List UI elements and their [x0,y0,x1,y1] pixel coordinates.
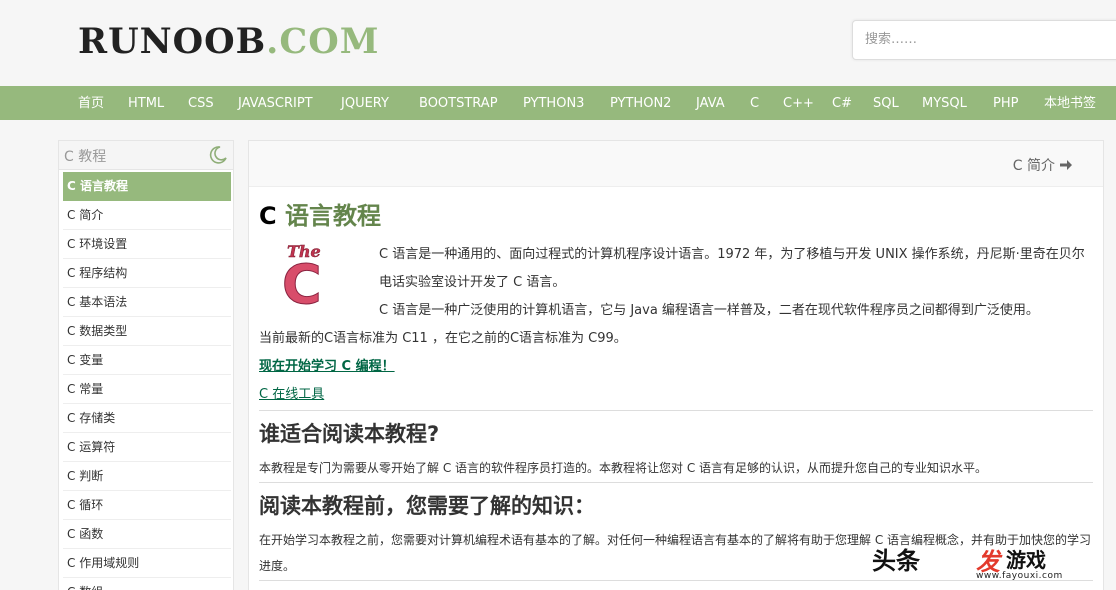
sidebar-item-c-constants[interactable]: C 常量 [63,375,231,404]
c-logo-svg: The C [282,242,323,317]
sidebar-list: C 语言教程 C 简介 C 环境设置 C 程序结构 C 基本语法 C 数据类型 … [63,172,231,590]
watermark-url: www.fayouxi.com [976,571,1063,581]
c-logo-image: The C [281,241,341,317]
nav-item-python3[interactable]: PYTHON3 [523,86,584,120]
nav-item-sql[interactable]: SQL [873,86,899,120]
main-content: C 简介 C 语言教程 The C C 语言是一种通用的、面向过程式的计算机程序… [248,140,1104,590]
sidebar-item-c-functions[interactable]: C 函数 [63,520,231,549]
nav-item-home[interactable]: 首页 [78,86,104,120]
next-page-label: C 简介 [1012,158,1055,174]
intro-paragraph-2: C 语言是一种广泛使用的计算机语言，它与 Java 编程语言一样普及，二者在现代… [379,303,1039,318]
sidebar-item-c-loops[interactable]: C 循环 [63,491,231,520]
page-title: C 语言教程 [259,199,1093,233]
page-title-rest: 语言教程 [284,202,381,230]
page-title-c: C [259,202,277,230]
next-page-link[interactable]: C 简介 [1013,155,1073,175]
nav-item-java[interactable]: JAVA [696,86,725,120]
divider [259,410,1093,411]
sidebar-title: C 教程 [64,149,107,165]
nav-item-python2[interactable]: PYTHON2 [610,86,671,120]
sidebar-item-c-operators[interactable]: C 运算符 [63,433,231,462]
search-input[interactable]: 搜索…… [852,20,1116,60]
nav-item-csharp[interactable]: C# [832,86,852,120]
sidebar: C 教程 C 语言教程 C 简介 C 环境设置 C 程序结构 C 基本语法 C … [58,140,234,590]
nav-item-bootstrap[interactable]: BOOTSTRAP [419,86,498,120]
online-tool-link[interactable]: C 在线工具 [259,381,324,409]
watermark-toutiao: 头条 [872,547,920,575]
search-placeholder: 搜索…… [865,32,918,47]
nav-item-php[interactable]: PHP [993,86,1018,120]
c-logo-c: C [282,253,322,311]
sidebar-header: C 教程 [59,141,233,170]
standard-paragraph: 当前最新的C语言标准为 C11 ，在它之前的C语言标准为 C99。 [259,331,627,346]
sidebar-item-c-storage[interactable]: C 存储类 [63,404,231,433]
watermark-game: 游戏 [1006,548,1046,572]
sidebar-item-c-scope[interactable]: C 作用域规则 [63,549,231,578]
moon-icon[interactable] [208,145,228,165]
site-logo[interactable]: RUNOOB.COM [78,20,379,64]
nav-item-jquery[interactable]: JQUERY [341,86,389,120]
divider [259,482,1093,483]
nav-item-c[interactable]: C [750,86,759,120]
watermark: 头条 发 游戏 www.fayouxi.com [868,538,1116,590]
sidebar-item-c-arrays[interactable]: C 数组 [63,578,231,590]
audience-text: 本教程是专门为需要从零开始了解 C 语言的软件程序员打造的。本教程将让您对 C … [259,461,988,475]
article: C 语言教程 The C C 语言是一种通用的、面向过程式的计算机程序设计语言。… [259,199,1093,581]
intro-paragraph-1: C 语言是一种通用的、面向过程式的计算机程序设计语言。1972 年，为了移植与开… [379,247,1085,290]
site-header: RUNOOB.COM 搜索…… [0,0,1116,86]
logo-main: RUNOOB [78,21,267,62]
prereq-heading: 阅读本教程前，您需要了解的知识： [259,494,595,518]
nav-item-mysql[interactable]: MYSQL [922,86,967,120]
arrow-right-icon [1059,159,1073,171]
sidebar-item-c-tutorial[interactable]: C 语言教程 [63,172,231,201]
main-nav: 首页 HTML CSS JAVASCRIPT JQUERY BOOTSTRAP … [0,86,1116,120]
logo-suffix: .COM [266,21,380,62]
audience-heading: 谁适合阅读本教程? [259,422,440,446]
nav-item-cpp[interactable]: C++ [783,86,814,120]
sidebar-item-c-structure[interactable]: C 程序结构 [63,259,231,288]
nav-item-bookmarks[interactable]: 本地书签 [1044,86,1096,120]
nav-item-html[interactable]: HTML [128,86,164,120]
sidebar-item-c-datatypes[interactable]: C 数据类型 [63,317,231,346]
sidebar-item-c-decisions[interactable]: C 判断 [63,462,231,491]
pager-bar: C 简介 [249,141,1103,187]
nav-item-javascript[interactable]: JAVASCRIPT [238,86,313,120]
sidebar-item-c-variables[interactable]: C 变量 [63,346,231,375]
start-learning-link[interactable]: 现在开始学习 C 编程！ [259,353,395,381]
sidebar-item-c-env[interactable]: C 环境设置 [63,230,231,259]
sidebar-item-c-intro[interactable]: C 简介 [63,201,231,230]
intro-block: C 语言是一种通用的、面向过程式的计算机程序设计语言。1972 年，为了移植与开… [379,241,1093,325]
nav-item-css[interactable]: CSS [188,86,214,120]
sidebar-item-c-syntax[interactable]: C 基本语法 [63,288,231,317]
